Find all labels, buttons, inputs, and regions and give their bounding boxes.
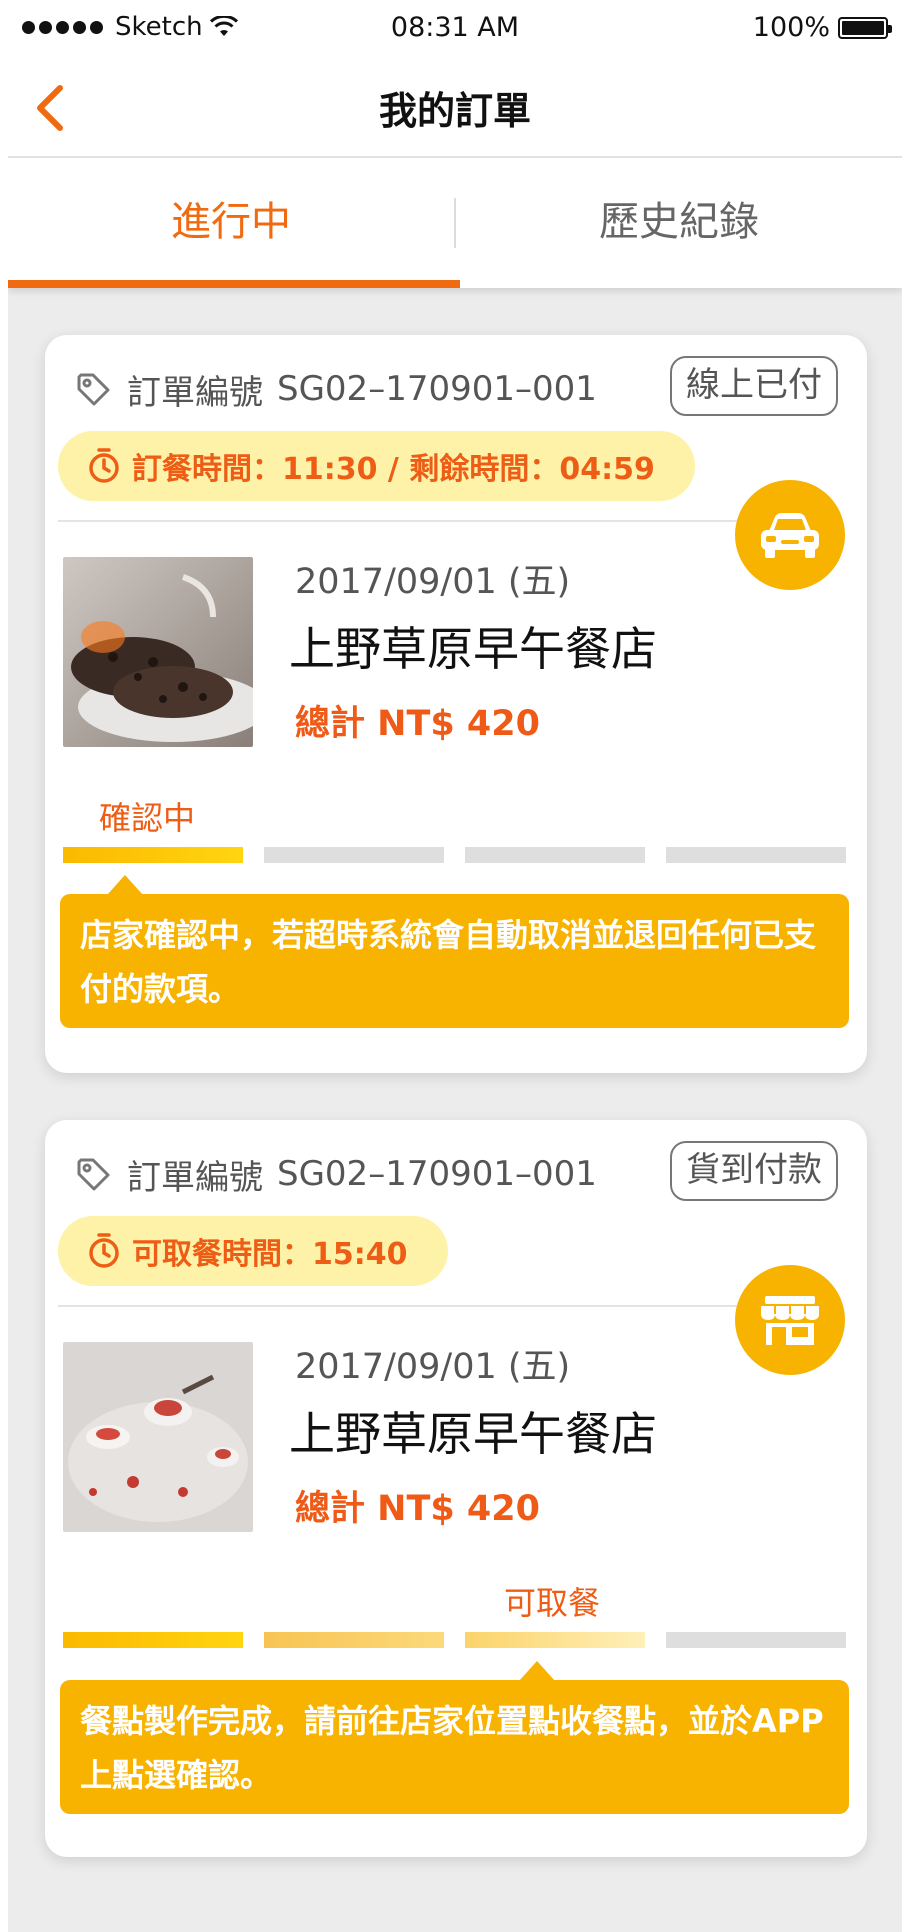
time-pill: 訂餐時間：11:30 / 剩餘時間：04:59 [58,431,695,501]
progress-segment [666,1632,846,1648]
order-total: 總計 NT$ 420 [295,704,540,744]
callout-pointer [519,1661,555,1681]
status-bar: Sketch 08:31 AM 100% [8,0,902,58]
payment-status-badge: 貨到付款 [670,1141,838,1201]
order-time-text: 訂餐時間：11:30 / 剩餘時間：04:59 [132,452,655,487]
payment-status-badge: 線上已付 [670,356,838,416]
store-name: 上野草原早午餐店 [289,1407,657,1461]
order-card[interactable]: 訂單編號 SG02–170901–001 線上已付 訂餐時間：11:30 / 剩… [45,335,867,1073]
progress-segment [63,847,243,863]
status-message: 餐點製作完成，請前往店家位置點收餐點，並於APP上點選確認。 [60,1680,849,1814]
progress-stage-label: 確認中 [99,799,196,837]
delivery-mode-badge [735,480,845,590]
store-icon [761,1296,819,1345]
order-card[interactable]: 訂單編號 SG02–170901–001 貨到付款 可取餐時間：15:40 20… [45,1120,867,1857]
timer-icon [89,1233,119,1268]
divider [58,520,758,522]
order-number-label: 訂單編號 [127,1157,263,1198]
restaurant-photo [63,557,253,747]
progress-bar [63,847,848,863]
order-number: SG02–170901–001 [277,1154,597,1194]
tag-icon [77,1158,110,1191]
store-name: 上野草原早午餐店 [289,622,657,676]
divider [58,1305,758,1307]
page-title: 我的訂單 [378,89,531,133]
tab-active-indicator [8,280,460,288]
status-message: 店家確認中，若超時系統會自動取消並退回任何已支付的款項。 [60,894,849,1028]
tab-bar: 進行中 歷史紀錄 [8,158,902,288]
battery-percent: 100% [752,12,830,43]
order-number-label: 訂單編號 [127,372,263,413]
order-date: 2017/09/01 (五) [295,1347,571,1387]
order-number-row: 訂單編號 SG02–170901–001 [73,363,597,415]
pickup-mode-badge [735,1265,845,1375]
progress-segment [264,847,444,863]
progress-segment [264,1632,444,1648]
battery-status: 100% [752,12,892,43]
tab-history[interactable]: 歷史紀錄 [456,158,902,288]
callout-pointer [107,875,143,895]
app-screen: Sketch 08:31 AM 100% 我的訂單 進行中 歷史紀錄 訂單編號 … [8,0,902,1932]
nav-bar: 我的訂單 [8,58,902,158]
progress-segment [63,1632,243,1648]
timer-icon [89,448,119,483]
order-number-row: 訂單編號 SG02–170901–001 [73,1148,597,1200]
progress-stage-label: 可取餐 [504,1584,601,1622]
pickup-time-text: 可取餐時間：15:40 [132,1237,408,1272]
order-number: SG02–170901–001 [277,369,597,409]
restaurant-photo [63,1342,253,1532]
tag-icon [77,373,110,406]
tab-in-progress[interactable]: 進行中 [8,158,454,288]
progress-bar [63,1632,848,1648]
order-date: 2017/09/01 (五) [295,562,571,602]
order-total: 總計 NT$ 420 [295,1489,540,1529]
progress-segment [666,847,846,863]
battery-icon [838,16,892,39]
time-pill: 可取餐時間：15:40 [58,1216,448,1286]
car-icon [761,513,819,558]
progress-segment [465,847,645,863]
progress-segment [465,1632,645,1648]
